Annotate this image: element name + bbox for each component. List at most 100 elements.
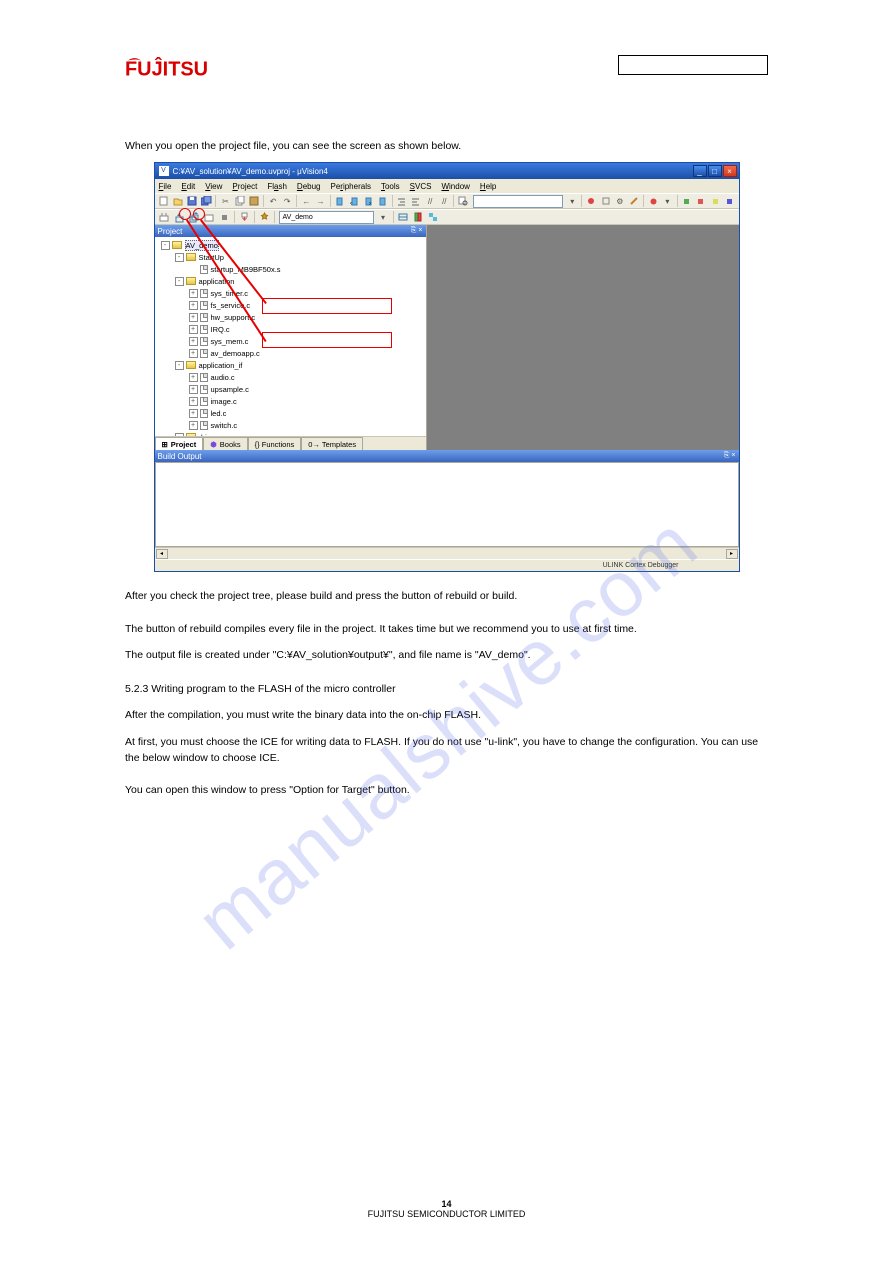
undo-icon[interactable]: ↶ <box>266 194 280 208</box>
menu-tools[interactable]: Tools <box>381 182 400 191</box>
manage-components-icon[interactable] <box>426 210 441 224</box>
menu-file[interactable]: File <box>159 182 172 191</box>
page-footer: 14 FUJITSU SEMICONDUCTOR LIMITED <box>0 1199 893 1219</box>
tree-item[interactable]: +switch.c <box>157 419 426 431</box>
paragraph-2: The button of rebuild compiles every fil… <box>125 621 768 637</box>
redo-icon[interactable]: ↷ <box>280 194 294 208</box>
tab-functions[interactable]: {} Functions <box>248 437 302 450</box>
tab-books[interactable]: ⬢Books <box>203 437 247 450</box>
cut-icon[interactable]: ✂ <box>218 194 232 208</box>
bookmark-icon[interactable] <box>333 194 347 208</box>
bookmark-prev-icon[interactable]: ‹ <box>347 194 361 208</box>
nav-back-icon[interactable]: ← <box>299 194 313 208</box>
project-pane-title: Project <box>158 227 183 236</box>
tree-item[interactable]: +sys_mem.c <box>157 335 426 347</box>
tree-item[interactable]: +led.c <box>157 407 426 419</box>
manage-project-icon[interactable] <box>396 210 411 224</box>
menu-project[interactable]: Project <box>232 182 257 191</box>
menu-flash[interactable]: Flash <box>267 182 287 191</box>
find-next-icon[interactable]: ▾ <box>565 194 579 208</box>
tree-item[interactable]: startup_MB9BF50x.s <box>157 263 426 275</box>
save-all-icon[interactable] <box>199 194 213 208</box>
menu-debug[interactable]: Debug <box>297 182 321 191</box>
red-icon[interactable] <box>694 194 708 208</box>
project-tree[interactable]: -AV_demo-StartUpstartup_MB9BF50x.s-appli… <box>155 237 426 436</box>
tree-item[interactable]: -application_if <box>157 359 426 371</box>
blue-icon[interactable] <box>722 194 736 208</box>
find-in-files-icon[interactable] <box>456 194 470 208</box>
target-options-icon[interactable] <box>257 210 272 224</box>
tree-item[interactable]: +fs_service.c <box>157 299 426 311</box>
app-window: V C:¥AV_solution¥AV_demo.uvproj - μVisio… <box>154 162 740 572</box>
open-icon[interactable] <box>171 194 185 208</box>
uncomment-icon[interactable]: // <box>437 194 451 208</box>
tree-item[interactable]: -AV_demo <box>157 239 426 251</box>
build-button[interactable] <box>172 210 187 224</box>
green-icon[interactable] <box>679 194 693 208</box>
nav-forward-icon[interactable]: → <box>314 194 328 208</box>
copy-icon[interactable] <box>233 194 247 208</box>
target-select[interactable]: AV_demo <box>279 211 374 224</box>
svg-text:FUĴITSU: FUĴITSU <box>125 57 208 81</box>
paragraph-6: You can open this window to press "Optio… <box>125 782 768 798</box>
find-field[interactable] <box>473 195 564 208</box>
menu-edit[interactable]: Edit <box>181 182 195 191</box>
pane-close-icon[interactable]: × <box>418 227 422 235</box>
buildout-autohide-icon[interactable]: ⎘ <box>724 452 730 460</box>
tree-item[interactable]: -StartUp <box>157 251 426 263</box>
config-icon[interactable] <box>598 194 612 208</box>
target-dropdown-icon[interactable]: ▾ <box>376 210 391 224</box>
bookmark-clear-icon[interactable] <box>375 194 389 208</box>
build-output-title: Build Output <box>158 452 202 461</box>
tool1-icon[interactable]: ⚙ <box>613 194 627 208</box>
new-file-icon[interactable] <box>157 194 171 208</box>
tree-item[interactable]: +hw_support.c <box>157 311 426 323</box>
tab-templates[interactable]: 0→ Templates <box>301 437 363 450</box>
tree-item[interactable]: +av_demoapp.c <box>157 347 426 359</box>
buildout-close-icon[interactable]: × <box>731 452 735 460</box>
stop-build-icon[interactable] <box>217 210 232 224</box>
scroll-right-icon[interactable]: ▸ <box>726 549 738 559</box>
fujitsu-logo: FUĴITSU <box>125 55 220 83</box>
paste-icon[interactable] <box>247 194 261 208</box>
menu-window[interactable]: Window <box>441 182 469 191</box>
manage-books-icon[interactable] <box>411 210 426 224</box>
tree-item[interactable]: -driver <box>157 431 426 436</box>
comment-icon[interactable]: // <box>423 194 437 208</box>
bookmark-next-icon[interactable]: › <box>361 194 375 208</box>
header-box <box>618 55 768 75</box>
footer-company: FUJITSU SEMICONDUCTOR LIMITED <box>368 1209 526 1219</box>
save-icon[interactable] <box>185 194 199 208</box>
outdent-icon[interactable] <box>409 194 423 208</box>
tree-item[interactable]: +audio.c <box>157 371 426 383</box>
menu-help[interactable]: Help <box>480 182 496 191</box>
translate-icon[interactable] <box>157 210 172 224</box>
download-icon[interactable] <box>237 210 252 224</box>
scroll-left-icon[interactable]: ◂ <box>156 549 168 559</box>
batch-build-icon[interactable] <box>202 210 217 224</box>
tree-item[interactable]: +upsample.c <box>157 383 426 395</box>
close-button[interactable]: × <box>723 165 737 177</box>
minimize-button[interactable]: _ <box>693 165 707 177</box>
debug-icon[interactable] <box>584 194 598 208</box>
breakpoint-icon[interactable] <box>646 194 660 208</box>
tool3-icon[interactable]: ▾ <box>660 194 674 208</box>
pane-autohide-icon[interactable]: ⎘ <box>411 227 417 235</box>
editor-area <box>427 225 739 450</box>
tree-item[interactable]: -application <box>157 275 426 287</box>
tab-project[interactable]: ⊞Project <box>155 437 204 450</box>
menu-peripherals[interactable]: Peripherals <box>330 182 370 191</box>
menu-view[interactable]: View <box>205 182 222 191</box>
yellow-icon[interactable] <box>708 194 722 208</box>
menu-svcs[interactable]: SVCS <box>410 182 432 191</box>
tree-item[interactable]: +sys_timer.c <box>157 287 426 299</box>
rebuild-button[interactable] <box>187 210 202 224</box>
build-output-scrollbar[interactable]: ◂ ▸ <box>155 547 739 559</box>
maximize-button[interactable]: □ <box>708 165 722 177</box>
tree-item[interactable]: +image.c <box>157 395 426 407</box>
project-pane-tabs: ⊞Project ⬢Books {} Functions 0→ Template… <box>155 436 426 450</box>
tool2-icon[interactable] <box>627 194 641 208</box>
tree-item[interactable]: +IRQ.c <box>157 323 426 335</box>
indent-icon[interactable] <box>395 194 409 208</box>
build-output-body[interactable] <box>155 462 739 547</box>
